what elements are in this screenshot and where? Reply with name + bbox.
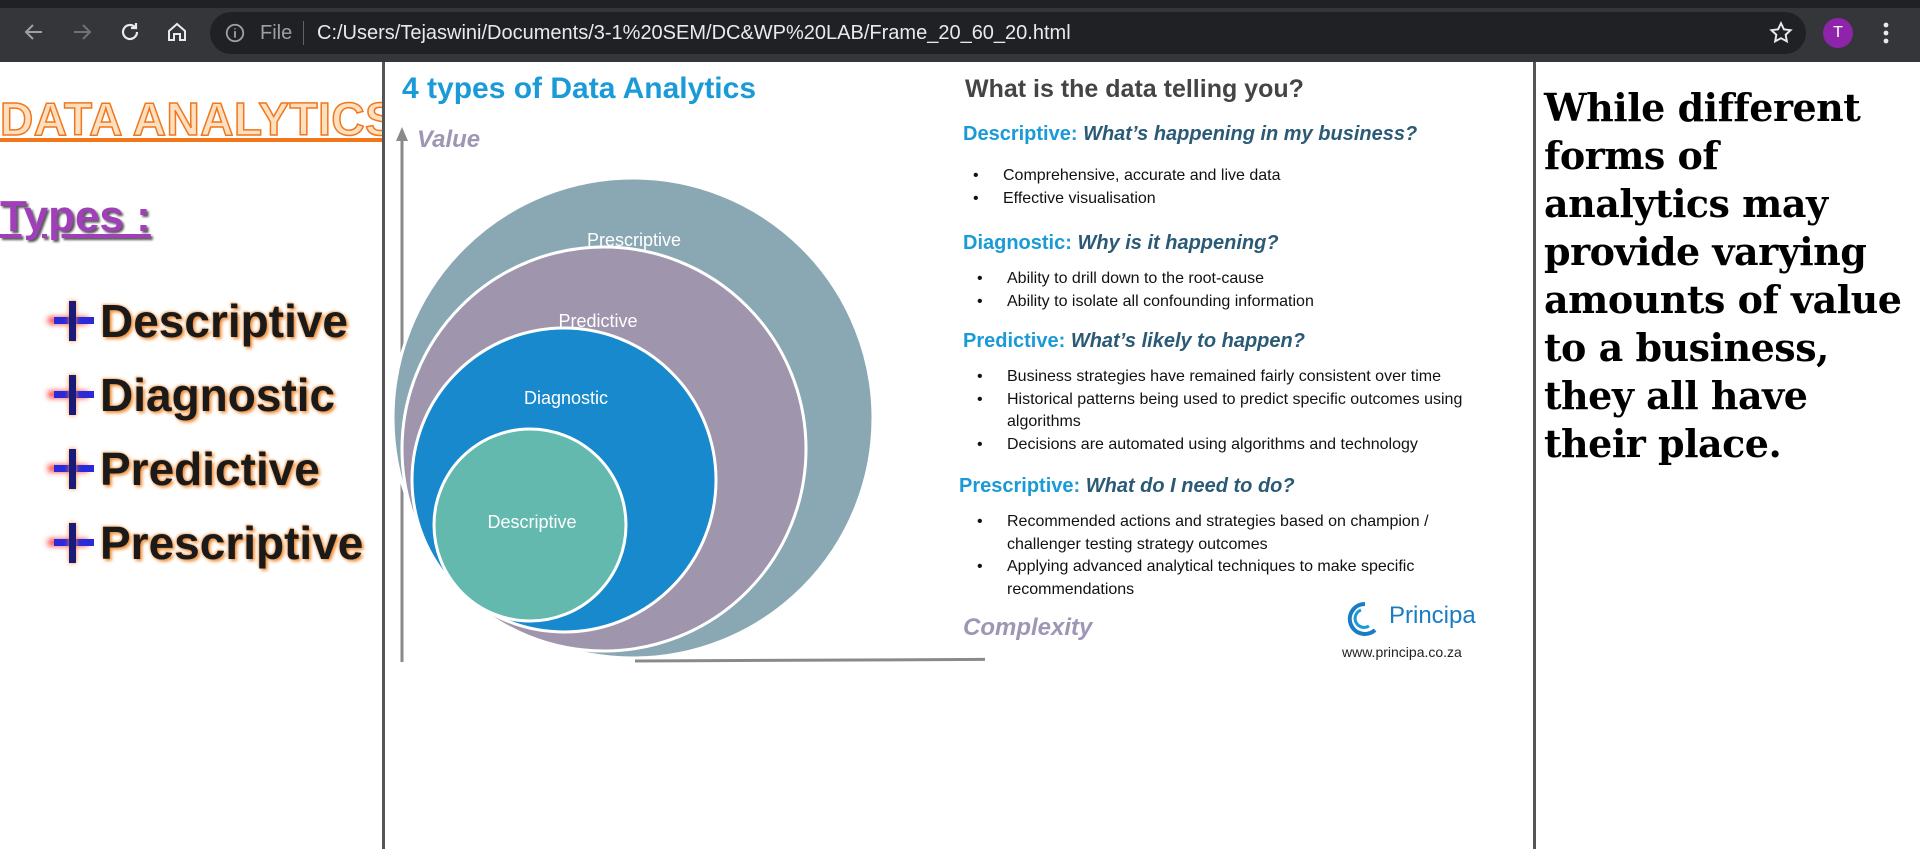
cross-bullet-icon bbox=[52, 299, 96, 343]
frame-border-right[interactable] bbox=[1533, 62, 1536, 849]
back-button[interactable] bbox=[20, 18, 48, 46]
divider bbox=[303, 21, 304, 45]
section-heading-diagnostic: Diagnostic: Why is it happening? bbox=[963, 232, 1279, 255]
section-heading-predictive: Predictive: What’s likely to happen? bbox=[963, 330, 1305, 353]
circle-label-predictive: Predictive bbox=[558, 311, 637, 331]
section-label: Diagnostic: bbox=[963, 232, 1072, 254]
list-item: Descriptive bbox=[52, 284, 363, 358]
bullet-item: Business strategies have remained fairly… bbox=[967, 366, 1507, 389]
axis-value-label: Value bbox=[417, 126, 481, 153]
bullet-item: Ability to isolate all confounding infor… bbox=[967, 291, 1314, 314]
section-heading-prescriptive: Prescriptive: What do I need to do? bbox=[959, 475, 1295, 498]
cross-bullet-icon bbox=[52, 521, 96, 565]
list-item: Prescriptive bbox=[52, 506, 363, 580]
section-label: Predictive: bbox=[963, 330, 1066, 352]
bullet-list: Comprehensive, accurate and live data Ef… bbox=[963, 165, 1281, 210]
home-button[interactable] bbox=[163, 18, 191, 46]
circle-label-diagnostic: Diagnostic bbox=[524, 388, 608, 408]
list-item-label: Prescriptive bbox=[100, 517, 364, 569]
arrow-left-icon bbox=[24, 24, 42, 40]
nested-circles-diagram: Prescriptive Predictive Diagnostic Descr… bbox=[391, 127, 985, 663]
types-list: Descriptive Diagnostic Predictive Prescr… bbox=[52, 284, 363, 580]
reload-icon bbox=[121, 23, 139, 41]
profile-avatar[interactable]: T bbox=[1823, 18, 1853, 48]
left-frame: DATA ANALYTICS Types : Descriptive Diagn… bbox=[0, 62, 382, 849]
section-question: What’s likely to happen? bbox=[1070, 330, 1305, 352]
bullet-item: Recommended actions and strategies based… bbox=[967, 511, 1487, 556]
list-item-label: Predictive bbox=[100, 443, 320, 495]
cross-bullet-icon bbox=[52, 373, 96, 417]
file-label: File bbox=[260, 22, 293, 44]
circle-label-descriptive: Descriptive bbox=[487, 512, 576, 532]
list-item: Diagnostic bbox=[52, 358, 363, 432]
arrow-right-icon bbox=[74, 24, 92, 40]
section-heading-descriptive: Descriptive: What’s happening in my busi… bbox=[963, 123, 1417, 146]
circle-label-prescriptive: Prescriptive bbox=[587, 230, 681, 250]
bullet-item: Ability to drill down to the root-cause bbox=[967, 268, 1314, 291]
slide-title: 4 types of Data Analytics bbox=[402, 72, 757, 105]
list-item-label: Descriptive bbox=[100, 295, 349, 347]
section-label: Prescriptive: bbox=[959, 475, 1081, 497]
axis-complexity-label: Complexity bbox=[963, 614, 1093, 641]
bullet-list: Ability to drill down to the root-cause … bbox=[967, 268, 1314, 313]
bullet-item: Decisions are automated using algorithms… bbox=[967, 434, 1507, 457]
menu-kebab-icon[interactable] bbox=[1874, 18, 1898, 48]
page-title: DATA ANALYTICS bbox=[0, 92, 382, 146]
bullet-item: Historical patterns being used to predic… bbox=[967, 389, 1507, 434]
middle-frame: 4 types of Data Analytics Prescriptive P… bbox=[385, 62, 1533, 849]
forward-button[interactable] bbox=[68, 18, 96, 46]
section-question: What’s happening in my business? bbox=[1083, 123, 1418, 145]
home-icon bbox=[168, 22, 186, 41]
cross-bullet-icon bbox=[52, 447, 96, 491]
bullet-item: Applying advanced analytical techniques … bbox=[967, 556, 1487, 601]
section-question: Why is it happening? bbox=[1077, 232, 1279, 254]
tab-strip bbox=[0, 0, 1920, 8]
complexity-axis bbox=[634, 657, 985, 663]
bullet-item: Comprehensive, accurate and live data bbox=[963, 165, 1281, 188]
logo-name: Principa bbox=[1389, 602, 1476, 629]
bookmark-star-icon[interactable] bbox=[1768, 20, 1794, 46]
bullet-list: Business strategies have remained fairly… bbox=[967, 366, 1507, 456]
browser-toolbar: File C:/Users/Tejaswini/Documents/3-1%20… bbox=[0, 0, 1920, 62]
logo-url: www.principa.co.za bbox=[1342, 644, 1462, 660]
reload-button[interactable] bbox=[116, 18, 144, 46]
summary-text: While different forms of analytics may p… bbox=[1544, 85, 1902, 466]
value-axis-arrow-icon bbox=[396, 127, 408, 141]
questions-heading: What is the data telling you? bbox=[965, 75, 1304, 103]
list-item: Predictive bbox=[52, 432, 363, 506]
list-item-label: Diagnostic bbox=[100, 369, 336, 421]
bullet-list: Recommended actions and strategies based… bbox=[967, 511, 1487, 601]
right-frame: While different forms of analytics may p… bbox=[1537, 62, 1920, 849]
types-heading: Types : bbox=[0, 192, 151, 241]
section-question: What do I need to do? bbox=[1085, 475, 1295, 497]
address-bar[interactable]: File C:/Users/Tejaswini/Documents/3-1%20… bbox=[210, 12, 1806, 54]
bullet-item: Effective visualisation bbox=[963, 188, 1281, 211]
url-text[interactable]: C:/Users/Tejaswini/Documents/3-1%20SEM/D… bbox=[317, 22, 1071, 45]
section-label: Descriptive: bbox=[963, 123, 1078, 145]
info-icon[interactable] bbox=[224, 22, 246, 44]
